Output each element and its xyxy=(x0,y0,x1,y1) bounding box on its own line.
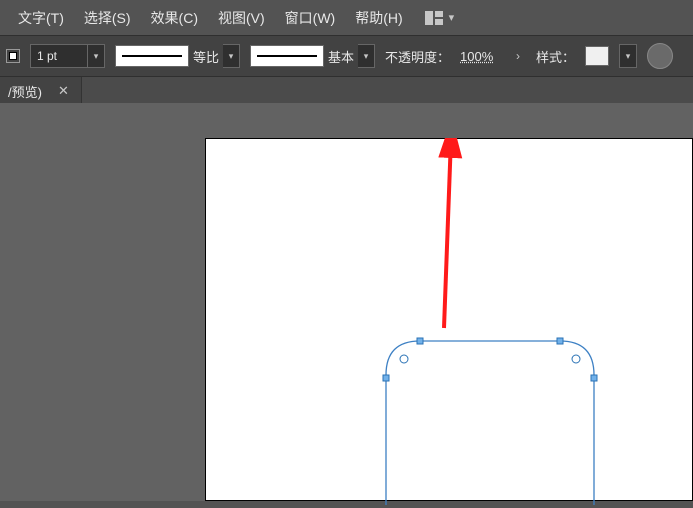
brush-dropdown[interactable]: ▾ xyxy=(358,44,375,68)
profile-swatch[interactable] xyxy=(115,45,189,67)
workspace-area xyxy=(0,103,693,501)
menu-effect[interactable]: 效果(C) xyxy=(141,4,208,32)
opacity-arrow-icon[interactable]: › xyxy=(510,49,526,63)
stroke-weight-input[interactable] xyxy=(30,44,88,68)
stroke-weight-field: ▾ xyxy=(30,44,105,68)
document-tab[interactable]: /预览) ✕ xyxy=(0,77,82,105)
brush-definition: 基本 ▾ xyxy=(250,44,375,68)
rounded-rectangle-shape[interactable] xyxy=(380,335,600,505)
document-tab-bar: /预览) ✕ xyxy=(0,77,693,105)
close-icon[interactable]: ✕ xyxy=(54,83,73,99)
variable-width-profile: 等比 ▾ xyxy=(115,44,240,68)
brush-label: 基本 xyxy=(328,47,354,66)
menu-text[interactable]: 文字(T) xyxy=(8,4,74,32)
opacity-value[interactable]: 100% xyxy=(460,49,500,64)
style-dropdown[interactable]: ▾ xyxy=(619,44,637,68)
document-tab-title: /预览) xyxy=(8,82,42,101)
fill-stroke-swatch[interactable] xyxy=(6,49,20,63)
stroke-weight-stepper[interactable]: ▾ xyxy=(88,44,105,68)
menu-view[interactable]: 视图(V) xyxy=(208,4,275,32)
recolor-button[interactable] xyxy=(647,43,673,69)
menu-bar: 文字(T) 选择(S) 效果(C) 视图(V) 窗口(W) 帮助(H) ▾ xyxy=(0,0,693,35)
profile-dropdown[interactable]: ▾ xyxy=(223,44,240,68)
brush-swatch[interactable] xyxy=(250,45,324,67)
chevron-down-icon[interactable]: ▾ xyxy=(449,11,455,24)
opacity-label: 不透明度： xyxy=(385,47,450,66)
menu-select[interactable]: 选择(S) xyxy=(74,4,141,32)
artboard[interactable] xyxy=(205,138,693,501)
profile-label: 等比 xyxy=(193,47,219,66)
menu-help[interactable]: 帮助(H) xyxy=(345,4,412,32)
menu-window[interactable]: 窗口(W) xyxy=(275,4,346,32)
workspace-switcher-icon[interactable] xyxy=(425,11,443,25)
control-bar: ▾ 等比 ▾ 基本 ▾ 不透明度： 100% › 样式： ▾ xyxy=(0,35,693,77)
style-label: 样式： xyxy=(536,47,575,66)
graphic-style-swatch[interactable] xyxy=(585,46,609,66)
